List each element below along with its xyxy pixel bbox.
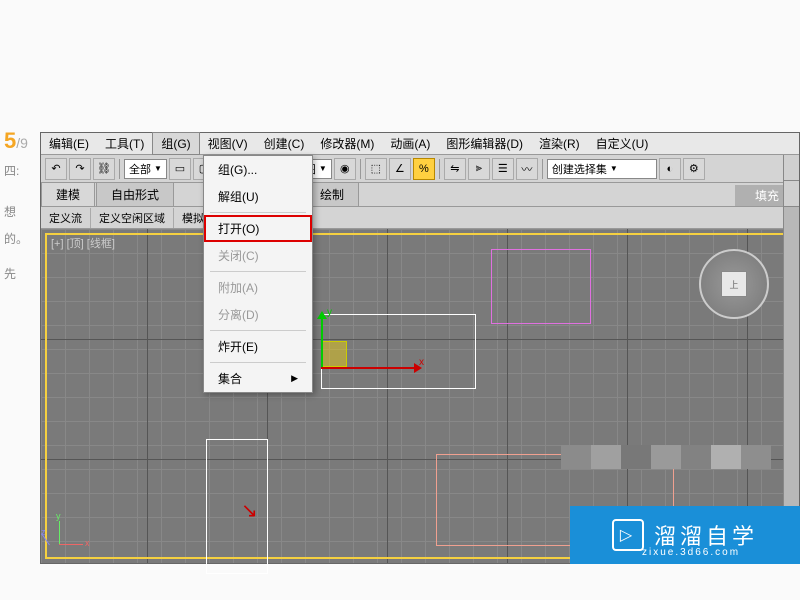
named-selection-combo[interactable]: 创建选择集▼ (547, 159, 657, 179)
tripod-x-label: x (85, 538, 90, 548)
select-button[interactable]: ▭ (169, 158, 191, 180)
left-line-3: 先 (4, 265, 28, 282)
tripod-y-axis (59, 521, 60, 545)
gizmo-y-label: y (327, 307, 332, 318)
panel-tab[interactable] (784, 155, 799, 181)
menu-separator (210, 362, 306, 363)
menu-animation[interactable]: 动画(A) (382, 133, 438, 154)
mirror-button[interactable]: ⇋ (444, 158, 466, 180)
pixelated-overlay (561, 445, 771, 469)
tab-paint[interactable]: 绘制 (305, 182, 359, 206)
menu-item-open[interactable]: 打开(O) (204, 215, 312, 242)
menu-rendering[interactable]: 渲染(R) (531, 133, 588, 154)
step-number: 5 (4, 128, 16, 153)
dropdown-arrow-icon: ▼ (154, 164, 162, 173)
menubar: 编辑(E) 工具(T) 组(G) 视图(V) 创建(C) 修改器(M) 动画(A… (41, 133, 799, 155)
menu-edit[interactable]: 编辑(E) (41, 133, 97, 154)
angle-snap-button[interactable]: ∠ (389, 158, 411, 180)
toolbar-separator (542, 159, 543, 179)
menu-separator (210, 330, 306, 331)
tab-freeform[interactable]: 自由形式 (96, 182, 174, 206)
viewcube-face-top[interactable]: 上 (721, 271, 747, 297)
curve-editor-button[interactable]: 〰 (516, 158, 538, 180)
annotation-arrow-icon: ↘ (241, 498, 258, 523)
menu-item-group[interactable]: 组(G)... (204, 156, 312, 183)
scene-object-3[interactable] (491, 249, 591, 324)
toolbar-separator (360, 159, 361, 179)
menu-group[interactable]: 组(G) (152, 132, 199, 155)
percent-snap-button[interactable]: % (413, 158, 435, 180)
menu-graph[interactable]: 图形编辑器(D) (438, 133, 531, 154)
render-setup-button[interactable]: ⚙ (683, 158, 705, 180)
gizmo-x-label: x (419, 357, 424, 368)
redo-button[interactable]: ↷ (69, 158, 91, 180)
gizmo-x-axis[interactable] (321, 367, 416, 369)
filter-label: 全部 (129, 161, 151, 177)
group-dropdown-menu: 组(G)... 解组(U) 打开(O) 关闭(C) 附加(A) 分离(D) 炸开… (203, 155, 313, 393)
toolbar-separator (119, 159, 120, 179)
left-line-2: 的。 (4, 230, 28, 247)
menu-views[interactable]: 视图(V) (200, 133, 256, 154)
ribbon-subrow: 定义流 定义空闲区域 模拟 (41, 207, 799, 229)
left-line-1: 想 (4, 203, 28, 220)
menu-tools[interactable]: 工具(T) (97, 133, 152, 154)
menu-item-attach[interactable]: 附加(A) (204, 274, 312, 301)
viewport-label[interactable]: [+] [顶] [线框] (51, 235, 115, 251)
command-panel[interactable] (783, 155, 799, 563)
align-button[interactable]: ⫸ (468, 158, 490, 180)
menu-item-explode[interactable]: 炸开(E) (204, 333, 312, 360)
article-left-text: 5/9 四: 想 的。 先 (0, 128, 28, 282)
ribbon-define-flow[interactable]: 定义流 (41, 208, 91, 228)
left-line-0: 四: (4, 162, 28, 179)
undo-button[interactable]: ↶ (45, 158, 67, 180)
watermark-sub: zixue.3d66.com (642, 547, 740, 558)
material-editor-button[interactable]: ◐ (659, 158, 681, 180)
scene-object-2[interactable] (206, 439, 268, 574)
app-window: 编辑(E) 工具(T) 组(G) 视图(V) 创建(C) 修改器(M) 动画(A… (40, 132, 800, 564)
menu-item-detach[interactable]: 分离(D) (204, 301, 312, 328)
selection-set-label: 创建选择集 (552, 161, 607, 177)
pivot-button[interactable]: ◉ (334, 158, 356, 180)
watermark-play-icon: ▷ (612, 519, 644, 551)
ribbon-define-idle[interactable]: 定义空闲区域 (91, 208, 174, 228)
dropdown-arrow-icon: ▼ (319, 164, 327, 173)
link-button[interactable]: ⛓ (93, 158, 115, 180)
menu-separator (210, 271, 306, 272)
menu-customize[interactable]: 自定义(U) (588, 133, 657, 154)
dropdown-arrow-icon: ▼ (610, 164, 618, 173)
tripod-y-label: y (56, 511, 61, 521)
tripod-z-label: z (41, 527, 46, 537)
menu-modifiers[interactable]: 修改器(M) (312, 133, 382, 154)
step-denom: /9 (16, 135, 28, 151)
menu-item-assembly[interactable]: 集合 ▶ (204, 365, 312, 392)
menu-create[interactable]: 创建(C) (256, 133, 313, 154)
ribbon-tabs: 建模 自由形式 绘制 填充 (41, 183, 799, 207)
menu-item-close[interactable]: 关闭(C) (204, 242, 312, 269)
layers-button[interactable]: ☰ (492, 158, 514, 180)
menu-assembly-label: 集合 (218, 370, 242, 387)
toolbar-separator (439, 159, 440, 179)
snap-button[interactable]: ⬚ (365, 158, 387, 180)
viewcube[interactable]: 上 (699, 249, 769, 319)
tab-modeling[interactable]: 建模 (41, 182, 95, 206)
menu-separator (210, 212, 306, 213)
panel-tab[interactable] (784, 181, 799, 207)
gizmo-xy-plane[interactable] (321, 341, 347, 367)
watermark: ▷ 溜溜自学 zixue.3d66.com (570, 506, 800, 564)
main-toolbar: ↶ ↷ ⛓ 全部▼ ▭ ▢ ✥ ⟳ ⤡ 视图▼ ◉ ⬚ ∠ % ⇋ ⫸ ☰ 〰 … (41, 155, 799, 183)
gizmo-y-axis[interactable] (321, 317, 323, 367)
tripod-x-axis (59, 544, 83, 545)
submenu-arrow-icon: ▶ (291, 373, 298, 384)
menu-item-ungroup[interactable]: 解组(U) (204, 183, 312, 210)
selection-filter-combo[interactable]: 全部▼ (124, 159, 167, 179)
